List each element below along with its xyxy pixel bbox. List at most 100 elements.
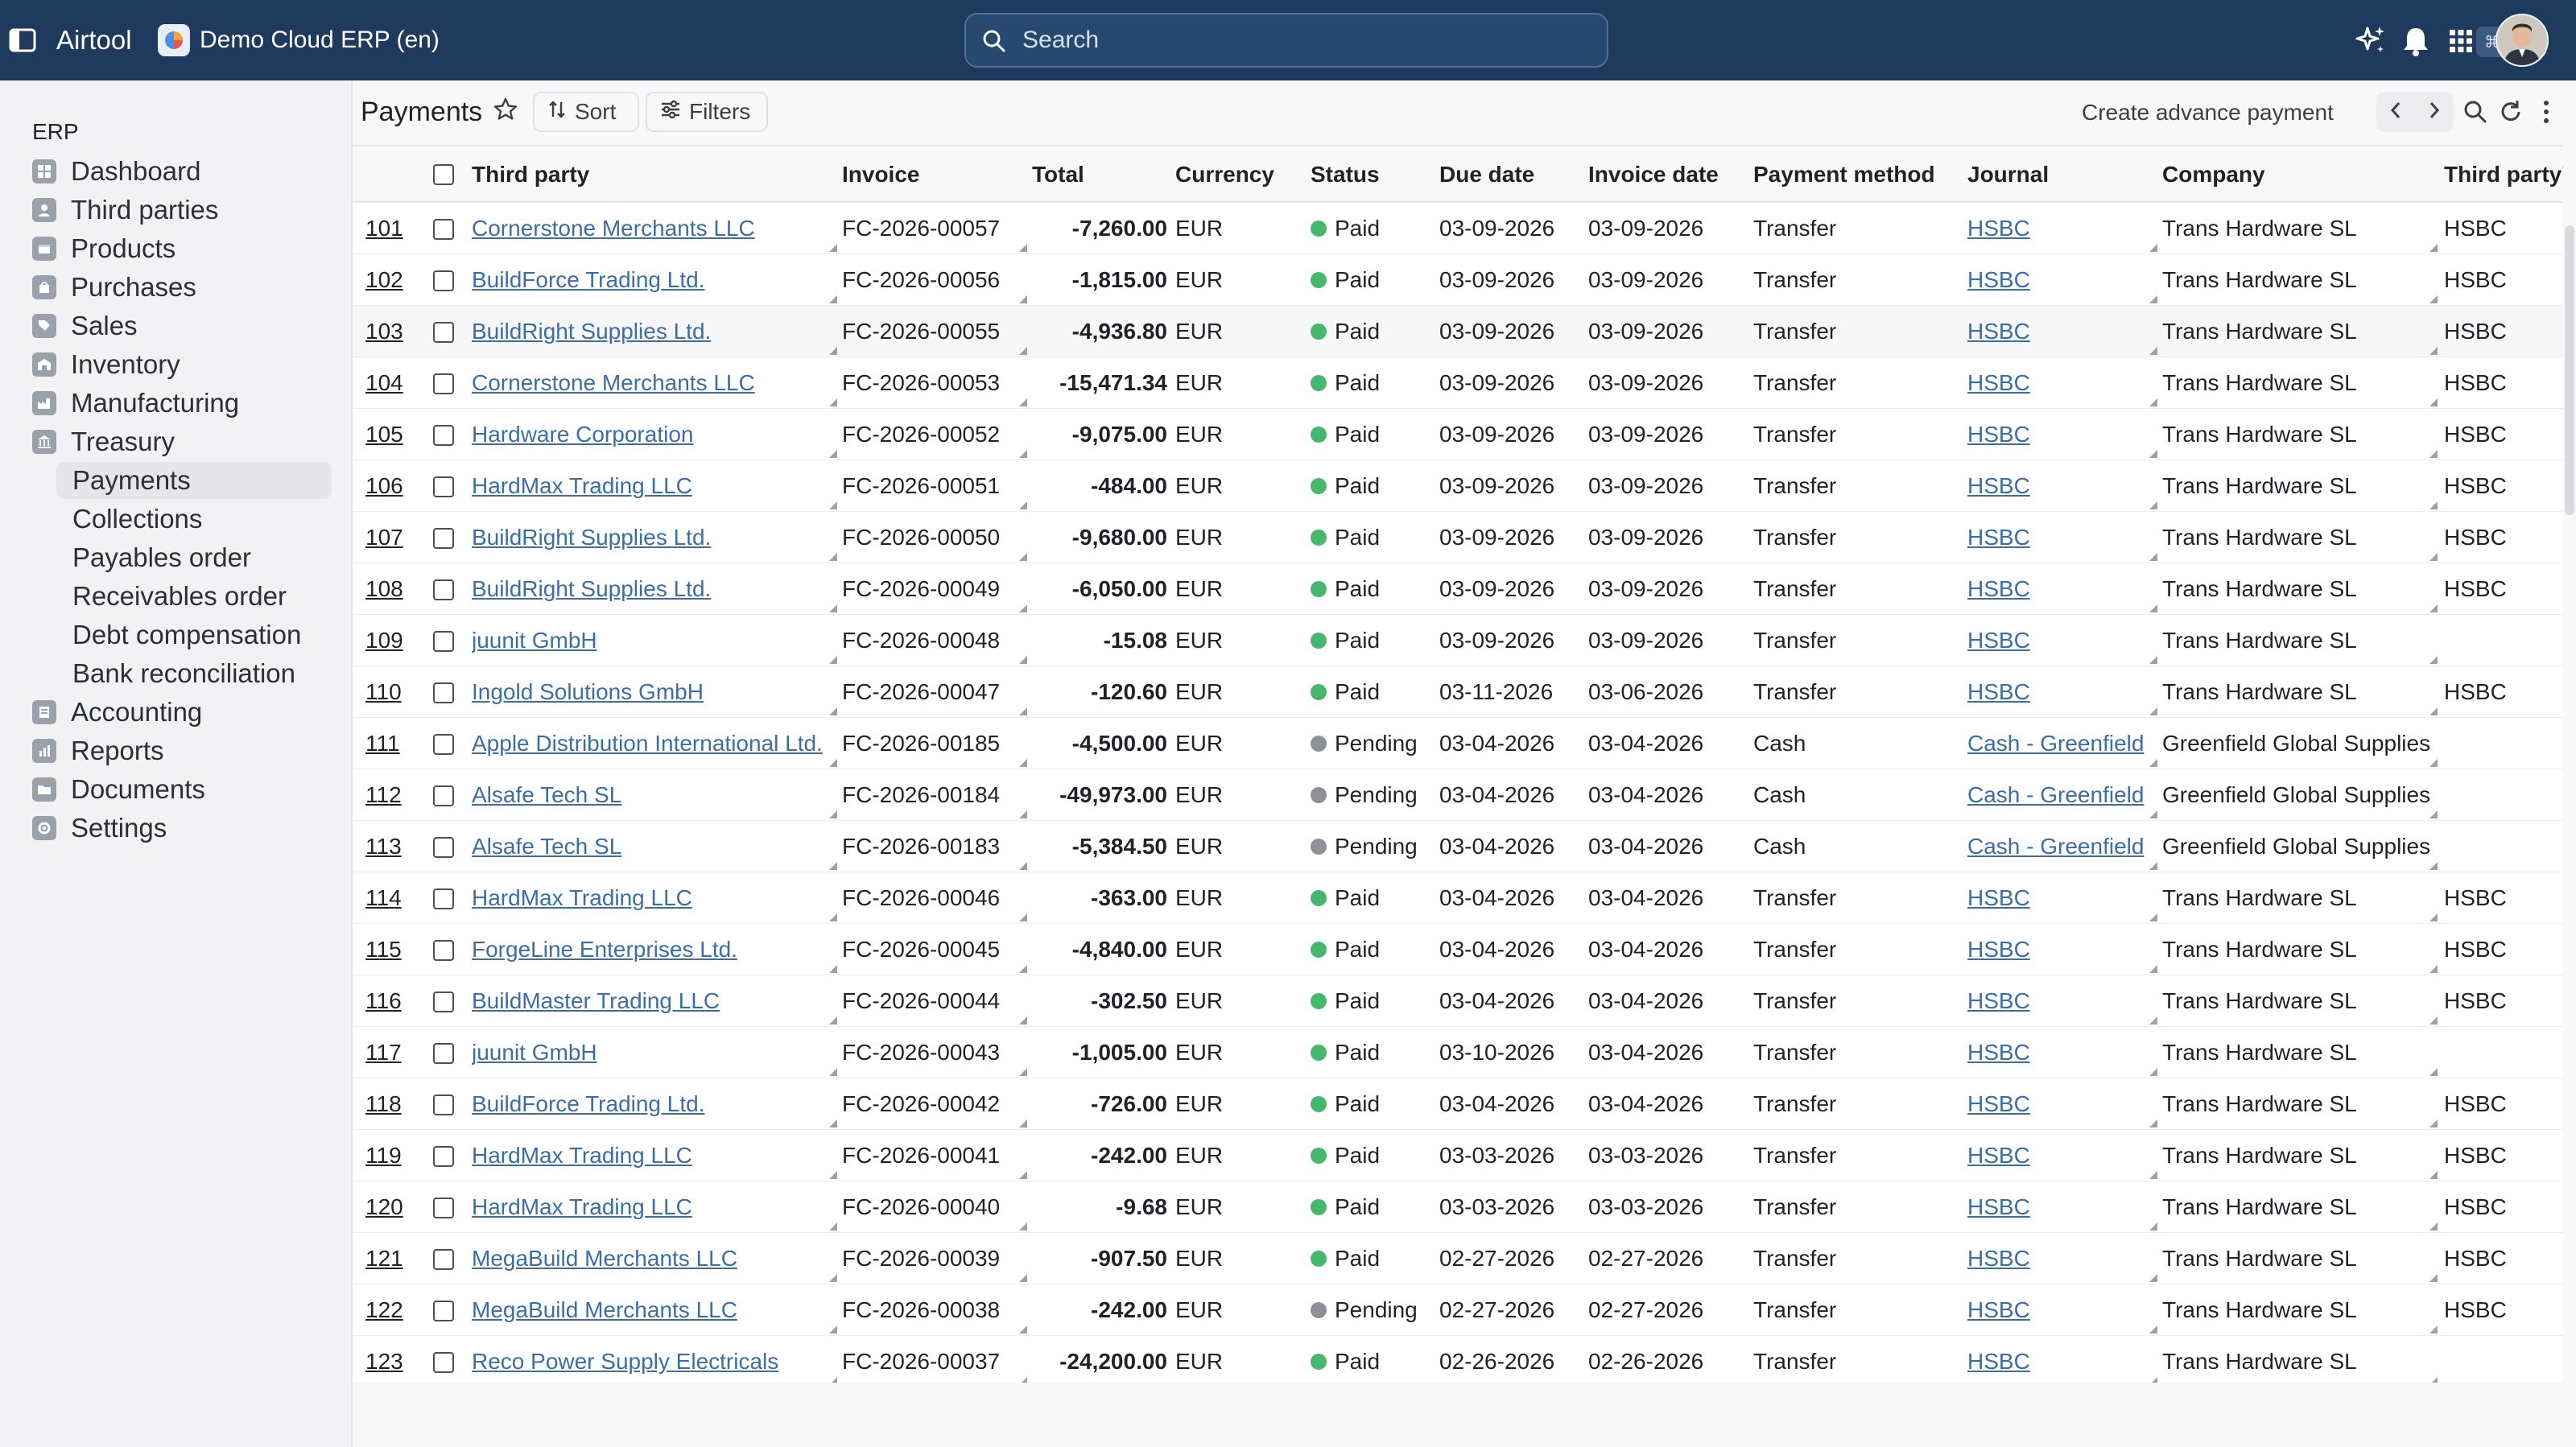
- more-vertical-icon[interactable]: [2531, 97, 2562, 127]
- sidebar-toggle-icon[interactable]: [6, 24, 39, 56]
- journal-link[interactable]: HSBC: [1967, 1130, 2157, 1181]
- journal-link[interactable]: HSBC: [1967, 1181, 2157, 1233]
- journal-link-text[interactable]: HSBC: [1967, 1297, 2030, 1323]
- journal-link-text[interactable]: HSBC: [1967, 576, 2030, 602]
- third-party-link-text[interactable]: HardMax Trading LLC: [472, 1194, 692, 1220]
- third-party-link-text[interactable]: ForgeLine Enterprises Ltd.: [472, 937, 737, 963]
- third-party-link-text[interactable]: HardMax Trading LLC: [472, 473, 692, 499]
- global-search[interactable]: ⌘ K: [964, 13, 2547, 68]
- table-row[interactable]: 120 HardMax Trading LLC FC-2026-00040 -9.68…: [353, 1181, 2563, 1233]
- third-party-link-text[interactable]: Ingold Solutions GmbH: [472, 679, 704, 705]
- third-party-link[interactable]: HardMax Trading LLC: [472, 1130, 837, 1181]
- refresh-icon[interactable]: [2496, 97, 2526, 127]
- table-row[interactable]: 109 juunit GmbH FC-2026-00048 -15.08 EUR 03-0…: [353, 615, 2563, 666]
- table-row[interactable]: 121 MegaBuild Merchants LLC FC-2026-00039 -…: [353, 1233, 2563, 1284]
- select-all-checkbox[interactable]: [433, 164, 454, 185]
- third-party-link[interactable]: Alsafe Tech SL: [472, 769, 837, 821]
- row-number-link[interactable]: 112: [365, 769, 422, 821]
- sidebar-subitem-payables-order[interactable]: Payables order: [56, 539, 332, 576]
- journal-link-text[interactable]: HSBC: [1967, 988, 2030, 1014]
- row-number-link[interactable]: 109: [365, 615, 422, 666]
- row-number-link[interactable]: 113: [365, 821, 422, 872]
- sparkles-icon[interactable]: [2352, 23, 2389, 60]
- third-party-link[interactable]: Hardware Corporation: [472, 409, 837, 460]
- row-number-link[interactable]: 115: [365, 924, 422, 975]
- journal-link[interactable]: HSBC: [1967, 409, 2157, 460]
- journal-link[interactable]: HSBC: [1967, 924, 2157, 975]
- journal-link[interactable]: HSBC: [1967, 512, 2157, 563]
- third-party-link[interactable]: BuildRight Supplies Ltd.: [472, 306, 837, 357]
- column-header-company[interactable]: Company: [2162, 146, 2265, 203]
- third-party-link-text[interactable]: BuildForce Trading Ltd.: [472, 1091, 705, 1117]
- journal-link-text[interactable]: HSBC: [1967, 216, 2030, 241]
- table-row[interactable]: 112 Alsafe Tech SL FC-2026-00184 -49,973.00…: [353, 769, 2563, 821]
- journal-link[interactable]: Cash - Greenfield: [1967, 821, 2157, 872]
- third-party-link[interactable]: BuildRight Supplies Ltd.: [472, 563, 837, 615]
- third-party-link[interactable]: Cornerstone Merchants LLC: [472, 357, 837, 409]
- third-party-link[interactable]: Cornerstone Merchants LLC: [472, 203, 837, 254]
- journal-link[interactable]: Cash - Greenfield: [1967, 718, 2157, 769]
- row-checkbox[interactable]: [433, 373, 454, 394]
- journal-link[interactable]: HSBC: [1967, 460, 2157, 512]
- third-party-link[interactable]: BuildForce Trading Ltd.: [472, 1078, 837, 1130]
- row-checkbox[interactable]: [433, 1352, 454, 1373]
- third-party-link-text[interactable]: Hardware Corporation: [472, 422, 693, 447]
- journal-link[interactable]: HSBC: [1967, 563, 2157, 615]
- sidebar-item-documents[interactable]: Documents: [32, 771, 205, 808]
- third-party-link-text[interactable]: juunit GmbH: [472, 1040, 597, 1066]
- sidebar-subitem-bank-reconciliation[interactable]: Bank reconciliation: [56, 655, 332, 692]
- row-checkbox[interactable]: [433, 837, 454, 858]
- third-party-link-text[interactable]: Alsafe Tech SL: [472, 782, 621, 808]
- row-number-link[interactable]: 111: [365, 718, 422, 769]
- table-row[interactable]: 115 ForgeLine Enterprises Ltd. FC-2026-000…: [353, 924, 2563, 975]
- journal-link-text[interactable]: HSBC: [1967, 422, 2030, 447]
- row-number-link[interactable]: 122: [365, 1284, 422, 1336]
- row-checkbox[interactable]: [433, 991, 454, 1012]
- journal-link[interactable]: HSBC: [1967, 203, 2157, 254]
- sidebar-item-manufacturing[interactable]: Manufacturing: [32, 385, 239, 422]
- third-party-link-text[interactable]: BuildForce Trading Ltd.: [472, 267, 705, 293]
- sidebar-item-accounting[interactable]: Accounting: [32, 694, 202, 731]
- table-row[interactable]: 119 HardMax Trading LLC FC-2026-00041 -242.…: [353, 1130, 2563, 1181]
- row-number-link[interactable]: 101: [365, 203, 422, 254]
- journal-link-text[interactable]: HSBC: [1967, 1091, 2030, 1117]
- journal-link-text[interactable]: HSBC: [1967, 473, 2030, 499]
- journal-link-text[interactable]: HSBC: [1967, 319, 2030, 344]
- third-party-link[interactable]: HardMax Trading LLC: [472, 872, 837, 924]
- third-party-link-text[interactable]: Apple Distribution International Ltd.: [472, 731, 823, 756]
- journal-link-text[interactable]: HSBC: [1967, 370, 2030, 396]
- table-row[interactable]: 106 HardMax Trading LLC FC-2026-00051 -484.…: [353, 460, 2563, 512]
- row-checkbox[interactable]: [433, 682, 454, 703]
- sidebar-item-reports[interactable]: Reports: [32, 732, 164, 769]
- row-checkbox[interactable]: [433, 219, 454, 240]
- chevron-left-icon[interactable]: [2388, 100, 2404, 125]
- row-number-link[interactable]: 121: [365, 1233, 422, 1284]
- journal-link-text[interactable]: HSBC: [1967, 1349, 2030, 1375]
- row-number-link[interactable]: 106: [365, 460, 422, 512]
- chevron-right-icon[interactable]: [2426, 100, 2442, 125]
- third-party-link[interactable]: MegaBuild Merchants LLC: [472, 1284, 837, 1336]
- journal-link-text[interactable]: Cash - Greenfield: [1967, 731, 2144, 756]
- row-number-link[interactable]: 123: [365, 1336, 422, 1383]
- sidebar-item-third-parties[interactable]: Third parties: [32, 192, 218, 229]
- sidebar-subitem-debt-compensation[interactable]: Debt compensation: [56, 616, 332, 653]
- third-party-link[interactable]: MegaBuild Merchants LLC: [472, 1233, 837, 1284]
- bell-icon[interactable]: [2397, 23, 2434, 60]
- sort-button[interactable]: Sort: [533, 92, 639, 132]
- table-row[interactable]: 102 BuildForce Trading Ltd. FC-2026-00056 -…: [353, 254, 2563, 306]
- row-number-link[interactable]: 117: [365, 1027, 422, 1078]
- third-party-link[interactable]: Ingold Solutions GmbH: [472, 666, 837, 718]
- journal-link[interactable]: HSBC: [1967, 975, 2157, 1027]
- row-number-link[interactable]: 116: [365, 975, 422, 1027]
- column-header-payment-method[interactable]: Payment method: [1753, 146, 1935, 203]
- journal-link[interactable]: HSBC: [1967, 1233, 2157, 1284]
- table-row[interactable]: 103 BuildRight Supplies Ltd. FC-2026-00055…: [353, 306, 2563, 357]
- journal-link-text[interactable]: HSBC: [1967, 937, 2030, 963]
- third-party-link[interactable]: HardMax Trading LLC: [472, 460, 837, 512]
- journal-link-text[interactable]: HSBC: [1967, 1246, 2030, 1272]
- row-checkbox[interactable]: [433, 322, 454, 343]
- column-header-third-party[interactable]: Third party: [472, 146, 589, 203]
- journal-link[interactable]: HSBC: [1967, 872, 2157, 924]
- row-number-link[interactable]: 102: [365, 254, 422, 306]
- journal-link-text[interactable]: HSBC: [1967, 525, 2030, 550]
